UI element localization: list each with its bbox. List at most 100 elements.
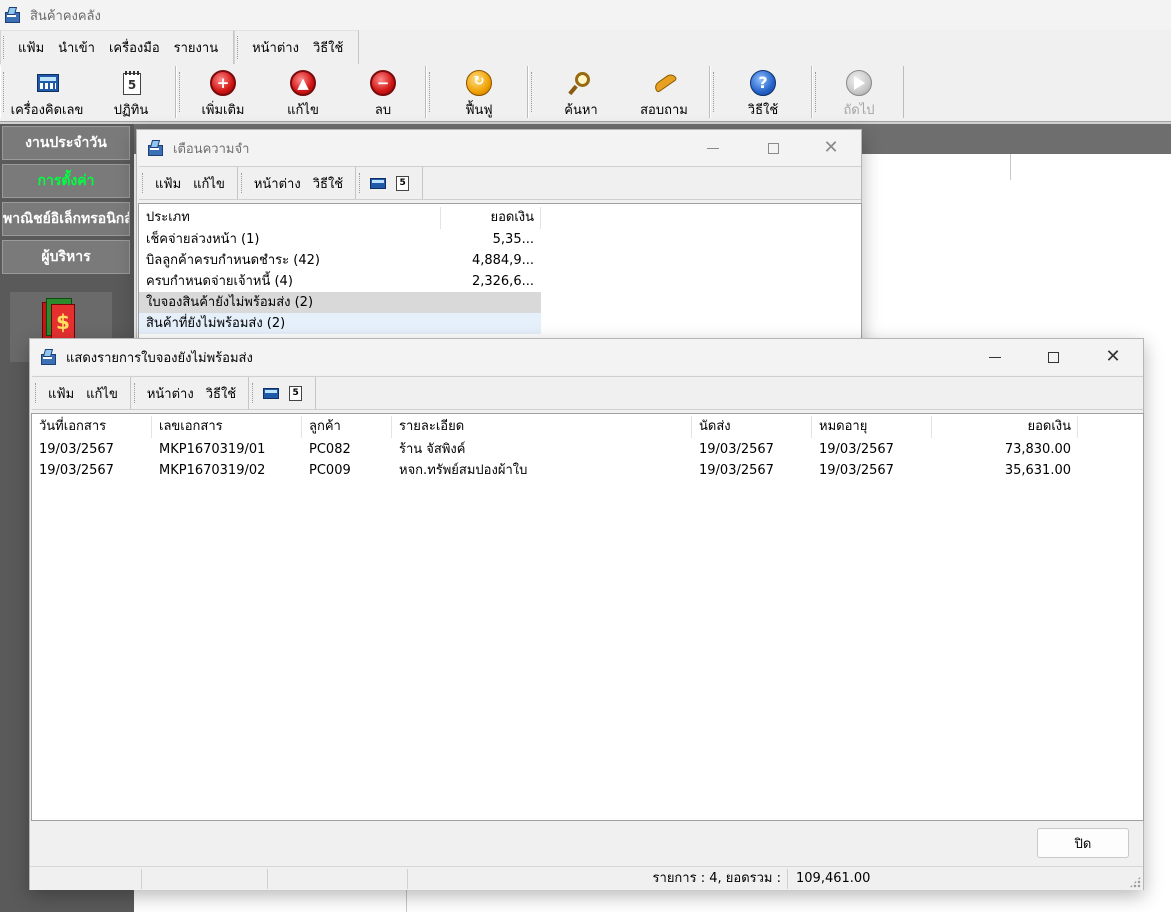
orders-table-header: วันที่เอกสาร เลขเอกสาร ลูกค้า รายละเอียด… — [32, 416, 1082, 438]
col-header-doc-number[interactable]: เลขเอกสาร — [152, 416, 302, 437]
close-icon: ✕ — [823, 137, 839, 158]
reminder-window-icon — [147, 139, 165, 157]
table-row[interactable]: 19/03/2567 MKP1670319/01 PC082 ร้าน จัสพิงค… — [32, 439, 1082, 460]
mini-calendar-day: 5 — [292, 388, 299, 398]
reminder-menu-window[interactable]: หน้าต่าง — [248, 173, 307, 194]
cell-doc-number: MKP1670319/02 — [159, 463, 266, 478]
main-menu-group-1: แฟ้ม นำเข้า เครื่องมือ รายงาน — [0, 30, 235, 64]
reminder-type: เช็คจ่ายล่วงหน้า (1) — [146, 232, 260, 247]
books-icon[interactable]: $ — [40, 296, 80, 342]
sidebar-item-executive[interactable]: ผู้บริหาร — [2, 240, 130, 274]
list-item[interactable]: ใบจองสินค้ายังไม่พร้อมส่ง (2) — [139, 292, 541, 313]
col-header-doc-date[interactable]: วันที่เอกสาร — [32, 416, 152, 437]
cell-details: ร้าน จัสพิงค์ — [399, 442, 466, 457]
cell-customer: PC009 — [309, 463, 351, 478]
edit-button[interactable]: ▲ แก้ไข — [263, 70, 343, 120]
status-cell-1 — [30, 869, 142, 889]
minimize-icon — [707, 147, 719, 149]
calendar-button[interactable]: 5 ปฏิทิน — [91, 70, 171, 120]
orders-menu-window[interactable]: หน้าต่าง — [141, 383, 200, 404]
help-button[interactable]: ? วิธีใช้ — [723, 70, 803, 120]
resize-grip-icon[interactable] — [1129, 876, 1141, 888]
reminder-type: ครบกำหนดจ่ายเจ้าหนี้ (4) — [146, 274, 293, 289]
search-button[interactable]: ค้นหา — [541, 70, 621, 120]
sidebar-item-daily[interactable]: งานประจำวัน — [2, 126, 130, 160]
reminder-type: ใบจองสินค้ายังไม่พร้อมส่ง (2) — [146, 295, 314, 310]
add-button[interactable]: + เพิ่มเติม — [183, 70, 263, 120]
toolbar-group-find: ค้นหา สอบถาม — [528, 66, 710, 118]
reminder-menu-edit[interactable]: แก้ไข — [187, 173, 231, 194]
menu-window[interactable]: หน้าต่าง — [245, 37, 306, 58]
col-header-amount[interactable]: ยอดเงิน — [932, 416, 1078, 437]
list-item[interactable]: บิลลูกค้าครบกำหนดชำระ (42) 4,884,9... — [139, 250, 541, 271]
orders-minimize-button[interactable] — [965, 339, 1025, 375]
cell-doc-number: MKP1670319/01 — [159, 442, 266, 457]
orders-tool-group: 5 — [249, 377, 317, 409]
list-item[interactable]: เช็คจ่ายล่วงหน้า (1) 5,35... — [139, 229, 541, 250]
reminder-close-button[interactable]: ✕ — [801, 130, 861, 166]
menu-reports[interactable]: รายงาน — [167, 37, 225, 58]
reminder-menu-help[interactable]: วิธีใช้ — [307, 173, 349, 194]
main-title-bar: สินค้าคงคลัง — [0, 0, 1171, 30]
col-header-details[interactable]: รายละเอียด — [392, 416, 692, 437]
cell-due-date: 19/03/2567 — [699, 442, 774, 457]
cell-amount: 73,830.00 — [1004, 442, 1071, 457]
cell-doc-date: 19/03/2567 — [39, 463, 114, 478]
reminder-maximize-button[interactable] — [743, 130, 803, 166]
cell-doc-date: 19/03/2567 — [39, 442, 114, 457]
menu-file[interactable]: แฟ้ม — [11, 37, 51, 58]
col-header-customer[interactable]: ลูกค้า — [302, 416, 392, 437]
maximize-icon — [767, 142, 779, 154]
calculator-icon[interactable] — [262, 384, 280, 402]
reminder-minimize-button[interactable] — [683, 130, 743, 166]
orders-maximize-button[interactable] — [1023, 339, 1083, 375]
mini-calendar-day: 5 — [399, 178, 406, 188]
next-label: ถัดไป — [843, 103, 875, 118]
menu-help[interactable]: วิธีใช้ — [306, 37, 350, 58]
col-header-expiry[interactable]: หมดอายุ — [812, 416, 932, 437]
delete-button[interactable]: − ลบ — [343, 70, 423, 120]
orders-window-title: แสดงรายการใบจองยังไม่พร้อมส่ง — [66, 350, 253, 366]
reminder-amount: 4,884,9... — [471, 253, 534, 268]
col-header-amount[interactable]: ยอดเงิน — [441, 207, 541, 228]
next-button[interactable]: ถัดไป — [819, 70, 899, 120]
orders-menu-edit[interactable]: แก้ไข — [80, 383, 124, 404]
reminder-menubar: แฟ้ม แก้ไข หน้าต่าง วิธีใช้ 5 — [139, 166, 861, 200]
reminder-menu-group-2: หน้าต่าง วิธีใช้ — [238, 167, 357, 199]
menu-import[interactable]: นำเข้า — [51, 37, 102, 58]
list-item[interactable]: ครบกำหนดจ่ายเจ้าหนี้ (4) 2,326,6... — [139, 271, 541, 292]
table-row[interactable]: 19/03/2567 MKP1670319/02 PC009 หจก.ทรัพย์สม… — [32, 460, 1082, 481]
reminder-type: สินค้าที่ยังไม่พร้อมส่ง (2) — [146, 316, 286, 331]
play-icon — [846, 70, 872, 96]
restore-button[interactable]: ↻ ฟื้นฟู — [439, 70, 519, 120]
orders-menu-file[interactable]: แฟ้ม — [42, 383, 80, 404]
inquire-button[interactable]: สอบถาม — [624, 70, 704, 120]
calculator-icon[interactable] — [369, 174, 387, 192]
menu-tools[interactable]: เครื่องมือ — [102, 37, 167, 58]
delete-icon: − — [370, 70, 396, 96]
col-header-type[interactable]: ประเภท — [139, 207, 439, 228]
orders-menu-help[interactable]: วิธีใช้ — [200, 383, 242, 404]
close-button[interactable]: ปิด — [1037, 828, 1129, 858]
cell-amount: 35,631.00 — [1004, 463, 1071, 478]
sidebar-item-settings[interactable]: การตั้งค่า — [2, 164, 130, 198]
edit-icon: ▲ — [290, 70, 316, 96]
calendar-icon[interactable]: 5 — [286, 384, 304, 402]
calendar-icon[interactable]: 5 — [393, 174, 411, 192]
toolbar-group-records: + เพิ่มเติม ▲ แก้ไข − ลบ — [176, 66, 426, 118]
sidebar-item-ecommerce[interactable]: พาณิชย์อิเล็กทรอนิกส์ — [2, 202, 130, 236]
orders-menu-group-2: หน้าต่าง วิธีใช้ — [131, 377, 250, 409]
col-header-due-date[interactable]: นัดส่ง — [692, 416, 812, 437]
inquire-label: สอบถาม — [640, 103, 688, 118]
reminder-menu-file[interactable]: แฟ้ม — [149, 173, 187, 194]
list-item[interactable]: สินค้าที่ยังไม่พร้อมส่ง (2) — [139, 313, 541, 334]
restore-label: ฟื้นฟู — [465, 103, 493, 118]
orders-close-button[interactable]: ✕ — [1083, 339, 1143, 375]
reminder-tool-group: 5 — [356, 167, 424, 199]
orders-title-bar[interactable]: แสดงรายการใบจองยังไม่พร้อมส่ง ✕ — [30, 339, 1143, 375]
app-icon — [4, 6, 22, 24]
orders-table: วันที่เอกสาร เลขเอกสาร ลูกค้า รายละเอียด… — [31, 413, 1144, 821]
reminder-title-bar[interactable]: เตือนความจำ ✕ — [137, 130, 861, 166]
calculator-button[interactable]: เครื่องคิดเลข — [7, 70, 87, 120]
status-summary-label: รายการ : 4, ยอดรวม : — [408, 869, 788, 889]
